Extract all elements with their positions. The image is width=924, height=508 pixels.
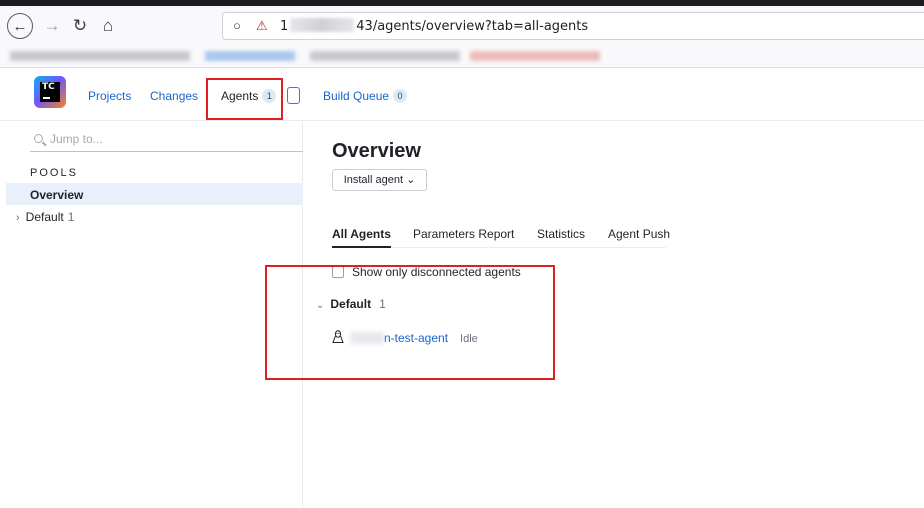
browser-toolbar: ← → ↻ ⌂ ○ ⚠ 1 43/agents/overview?tab=all-… (0, 0, 924, 46)
page-title: Overview (332, 140, 421, 162)
forward-arrow-icon[interactable]: → (40, 14, 64, 38)
tab-all-agents[interactable]: All Agents (332, 227, 391, 248)
redacted-bookmarks (10, 51, 190, 61)
tab-statistics[interactable]: Statistics (537, 227, 585, 246)
install-agent-button[interactable]: Install agent ⌄ (332, 169, 427, 191)
agent-tabs: All Agents Parameters Report Statistics … (332, 227, 670, 248)
home-icon[interactable]: ⌂ (96, 14, 120, 38)
nav-build-queue[interactable]: Build Queue 0 (323, 89, 408, 103)
redacted-bookmarks (470, 51, 600, 61)
chevron-right-icon[interactable]: › (16, 212, 20, 224)
teamcity-logo[interactable]: TC (34, 76, 66, 108)
nav-projects[interactable]: Projects (88, 89, 131, 103)
sidebar-search[interactable] (30, 130, 303, 152)
back-arrow-icon[interactable]: ← (7, 13, 33, 39)
shield-icon[interactable]: ○ (233, 18, 241, 33)
highlight-box-agents-list (265, 265, 555, 380)
sidebar-item-label: Overview (30, 188, 84, 202)
sidebar-item-default[interactable]: › Default 1 (16, 210, 74, 224)
sidebar-item-label: Default (25, 210, 64, 224)
highlight-box-agents (206, 78, 283, 120)
sidebar: POOLS Overview › Default1 (6, 122, 303, 508)
sidebar-item-overview[interactable]: Overview (6, 183, 303, 205)
search-input[interactable] (50, 132, 290, 146)
search-icon (34, 134, 43, 143)
redacted-bookmarks (310, 51, 460, 61)
reload-icon[interactable]: ↻ (68, 14, 92, 38)
app-header: TC Projects Changes Agents 1 Build Queue 0 (0, 68, 924, 121)
tab-parameters-report[interactable]: Parameters Report (413, 227, 514, 246)
address-bar[interactable]: ○ ⚠ 1 43/agents/overview?tab=all-agents (222, 12, 924, 40)
nav-build-queue-label: Build Queue (323, 89, 390, 103)
nav-changes[interactable]: Changes (150, 89, 198, 103)
browser-tab-strip (0, 0, 924, 6)
build-queue-count-badge: 0 (393, 89, 408, 103)
insecure-lock-icon[interactable]: ⚠ (256, 18, 268, 34)
redacted-bookmarks (205, 51, 295, 61)
logo-text: TC (40, 82, 60, 102)
pool-count: 1 (67, 210, 75, 224)
pools-heading: POOLS (30, 167, 78, 179)
url-text[interactable]: 1 43/agents/overview?tab=all-agents (280, 18, 588, 34)
device-icon[interactable] (287, 87, 300, 104)
redacted-host (290, 18, 355, 32)
tab-agent-push[interactable]: Agent Push (608, 227, 670, 246)
bookmarks-bar (0, 46, 924, 68)
